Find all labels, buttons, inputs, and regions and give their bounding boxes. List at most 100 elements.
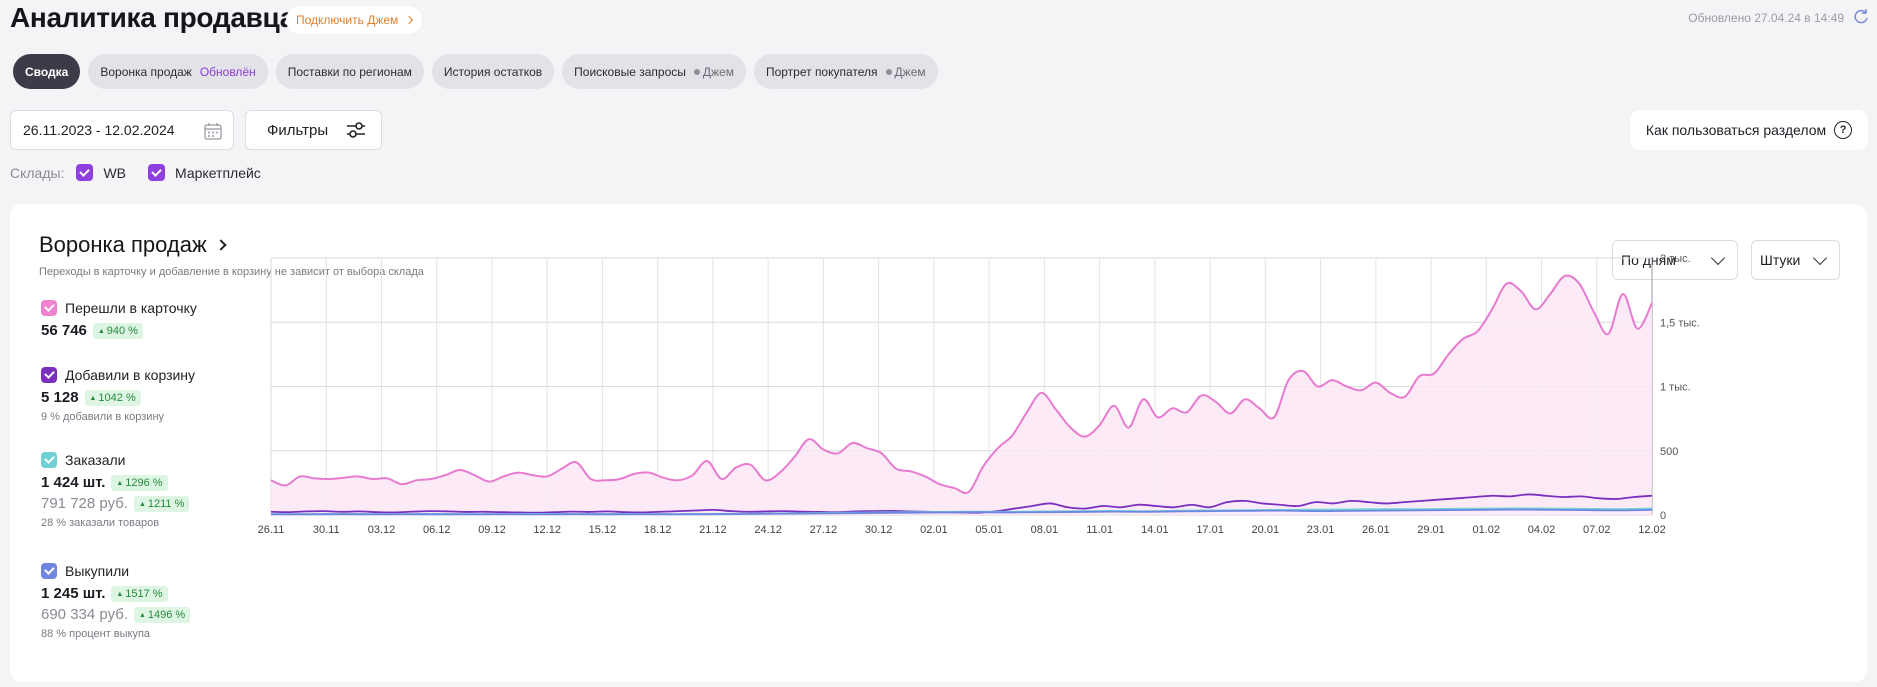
x-tick-label: 06.12 [423,524,451,536]
updated-badge: Обновлён [199,64,256,79]
change-badge: 1517 % [111,585,168,602]
checkbox-checked-icon [41,563,57,579]
filters-button[interactable]: Фильтры [245,110,382,150]
x-tick-label: 21.12 [699,524,727,536]
x-tick-label: 11.01 [1086,524,1113,536]
legend-label: Добавили в корзину [65,367,196,383]
connect-jam-link[interactable]: Подключить Джем [286,6,423,34]
x-tick-label: 07.02 [1583,524,1611,536]
tab-label: Поисковые запросы [574,64,686,79]
change-badge: 1296 % [111,474,168,491]
x-tick-label: 03.12 [368,524,396,536]
jam-tag: Джем [885,64,926,79]
change-badge: 1211 % [134,495,190,512]
chevron-right-icon [405,15,414,25]
x-tick-label: 26.01 [1362,524,1390,536]
date-range-value: 26.11.2023 - 12.02.2024 [23,122,175,138]
help-button[interactable]: Как пользоваться разделом ? [1630,110,1868,150]
tab-label: Воронка продаж [100,64,192,79]
legend-label: Выкупили [65,563,130,579]
legend-value: 5 128 [41,389,79,406]
dot-icon [885,69,892,76]
x-tick-label: 18.12 [644,524,672,536]
sales-funnel-chart[interactable]: 0 500 1 тыс. 1,5 тыс. 2 тыс. 26.11 30.11 03.12 0… [210,250,1850,650]
x-tick-label: 26.11 [258,524,285,536]
x-tick-label: 30.12 [865,524,893,536]
x-tick-label: 08.01 [1031,524,1059,536]
calendar-icon [204,123,222,140]
warehouse-marketplace-checkbox[interactable]: Маркетплейс [148,164,261,181]
x-tick-label: 29.01 [1417,524,1445,536]
tabs-bar: Сводка Воронка продаж Обновлён Поставки п… [13,54,938,89]
warehouse-wb-checkbox[interactable]: WB [76,164,126,181]
x-tick-label: 09.12 [478,524,506,536]
legend-item-bought-out[interactable]: Выкупили 1 245 шт. 1517 % 690 334 руб. 149… [41,563,191,640]
help-label: Как пользоваться разделом [1645,122,1827,138]
jam-tag-label: Джем [894,64,926,79]
sliders-icon [347,122,366,138]
x-tick-label: 30.11 [313,524,340,536]
x-tick-label: 12.12 [533,524,561,536]
warehouses-filter: Склады: WB Маркетплейс [10,164,283,181]
checkbox-checked-icon [148,164,166,181]
x-tick-label: 20.01 [1252,524,1280,536]
tab-label: История остатков [443,64,543,79]
x-tick-label: 01.02 [1473,524,1501,536]
y-tick-label: 1 тыс. [1660,382,1691,394]
legend-item-card-visits[interactable]: Перешли в карточку 56 746 940 % [41,300,197,339]
y-tick-label: 1,5 тыс. [1660,317,1700,329]
card-title-link[interactable]: Воронка продаж [39,232,227,258]
change-badge: 1496 % [134,606,191,623]
tab-label: Сводка [25,64,69,79]
y-tick-label: 500 [1660,446,1678,458]
x-tick-label: 05.01 [975,524,1003,536]
chevron-right-icon [215,239,227,251]
question-icon: ? [1834,121,1853,139]
y-tick-label: 0 [1660,510,1666,522]
x-tick-label: 24.12 [754,524,782,536]
warehouse-label: WB [103,164,127,181]
change-badge: 940 % [92,322,143,339]
legend-label: Заказали [65,452,126,468]
x-tick-label: 12.02 [1638,524,1666,536]
tab-sales-funnel[interactable]: Воронка продаж Обновлён [88,54,268,89]
page-title: Аналитика продавца [10,2,296,33]
tab-buyer-portrait[interactable]: Портрет покупателя Джем [753,54,938,89]
tab-regional-supplies[interactable]: Поставки по регионам [275,54,424,89]
x-tick-label: 02.01 [920,524,948,536]
x-tick-label: 04.02 [1528,524,1556,536]
filters-label: Фильтры [267,121,329,139]
checkbox-checked-icon [41,300,57,316]
connect-jam-label: Подключить Джем [296,13,399,27]
x-tick-label: 14.01 [1141,524,1169,536]
legend-item-ordered[interactable]: Заказали 1 424 шт. 1296 % 791 728 руб. 121… [41,452,190,529]
legend-value: 1 245 шт. [41,585,106,602]
card-title: Воронка продаж [39,232,207,257]
legend-item-add-to-cart[interactable]: Добавили в корзину 5 128 1042 % 9 % добав… [41,367,195,423]
legend-value: 56 746 [41,322,87,339]
tab-search-queries[interactable]: Поисковые запросы Джем [562,54,746,89]
legend-note: 88 % процент выкупа [41,628,151,640]
legend-value: 1 424 шт. [41,474,106,491]
legend-note: 28 % заказали товаров [41,517,160,529]
legend-value-rub: 791 728 руб. [41,495,128,512]
date-range-field[interactable]: 26.11.2023 - 12.02.2024 [10,110,234,150]
refresh-icon[interactable] [1853,8,1869,24]
tab-summary[interactable]: Сводка [13,54,81,89]
updated-timestamp: Обновлено 27.04.24 в 14:49 [1688,11,1844,25]
tab-label: Поставки по регионам [287,64,412,79]
legend-note: 9 % добавили в корзину [41,411,165,423]
warehouse-label: Маркетплейс [175,164,261,181]
x-tick-label: 23.01 [1307,524,1335,536]
sales-funnel-card: Воронка продаж Переходы в карточку и доб… [10,204,1867,682]
checkbox-checked-icon [41,452,57,468]
tab-label: Портрет покупателя [765,64,878,79]
checkbox-checked-icon [41,367,57,383]
jam-tag: Джем [693,65,734,79]
x-tick-label: 17.01 [1196,524,1224,536]
legend-label: Перешли в карточку [65,300,197,316]
y-tick-label: 2 тыс. [1660,253,1691,265]
legend-value-rub: 690 334 руб. [41,606,128,623]
dot-icon [693,69,700,76]
tab-stock-history[interactable]: История остатков [431,54,555,89]
